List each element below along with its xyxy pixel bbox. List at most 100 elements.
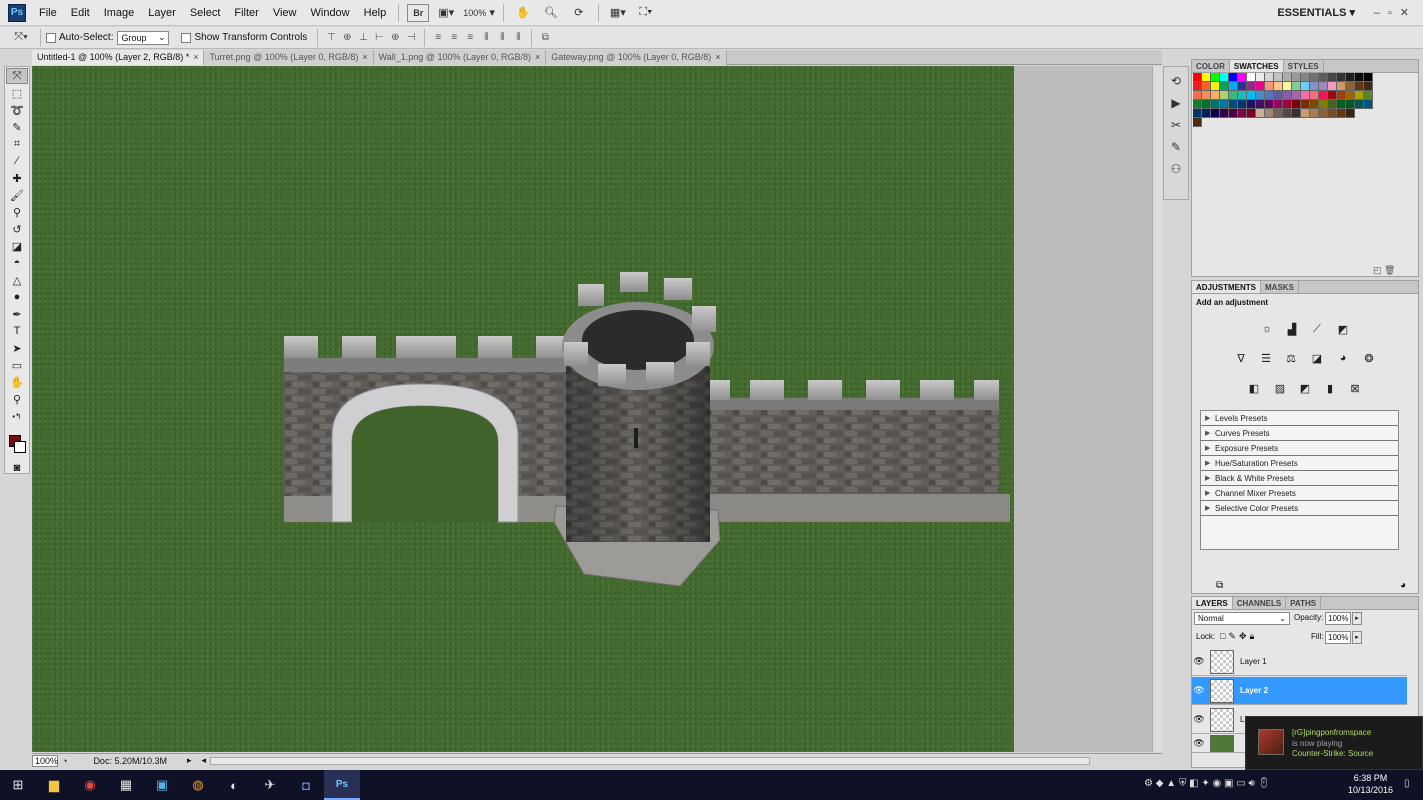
color-swatch[interactable] — [1229, 91, 1238, 100]
quick-select-tool-icon[interactable]: ✎ — [6, 119, 28, 135]
color-swatch[interactable] — [1265, 100, 1274, 109]
tab-untitled-1[interactable]: Untitled-1 @ 100% (Layer 2, RGB/8) * × — [32, 50, 205, 65]
color-swatch[interactable] — [1193, 100, 1202, 109]
marquee-tool-icon[interactable]: ⬚ — [6, 85, 28, 101]
color-swatch[interactable] — [1364, 91, 1373, 100]
tab-masks[interactable]: MASKS — [1261, 281, 1299, 293]
auto-align-icon[interactable]: ⧉ — [538, 31, 552, 45]
color-swatch[interactable] — [1328, 73, 1337, 82]
distribute-right-icon[interactable]: ⦀ — [511, 31, 525, 45]
color-swatch[interactable] — [1193, 118, 1202, 127]
distribute-vcenter-icon[interactable]: ≡ — [447, 31, 461, 45]
color-swatch[interactable] — [1211, 91, 1220, 100]
color-swatch[interactable] — [1274, 91, 1283, 100]
color-swatch[interactable] — [1211, 100, 1220, 109]
color-swatch[interactable] — [1364, 73, 1373, 82]
arrange-documents-icon[interactable]: ▦▾ — [607, 4, 629, 22]
notifications-icon[interactable]: ▯ — [1404, 778, 1410, 789]
color-swatch[interactable] — [1229, 82, 1238, 91]
visibility-eye-icon[interactable]: 👁︎ — [1192, 685, 1206, 696]
zoom-level-dropdown[interactable]: 100% ▾ — [463, 4, 495, 22]
curves-icon[interactable]: ⟋ — [1308, 321, 1326, 337]
color-swatch[interactable] — [1328, 100, 1337, 109]
blur-tool-icon[interactable]: △ — [6, 272, 28, 288]
tab-wall-1[interactable]: Wall_1.png @ 100% (Layer 0, RGB/8) × — [373, 50, 547, 65]
hand-tool-icon[interactable]: ✋ — [512, 4, 534, 22]
color-swatch[interactable] — [1220, 109, 1229, 118]
vibrance-icon[interactable]: ∇ — [1232, 350, 1250, 366]
color-swatch[interactable] — [1229, 109, 1238, 118]
tab-layers[interactable]: LAYERS — [1192, 597, 1233, 609]
color-swatch[interactable] — [1355, 91, 1364, 100]
align-right-icon[interactable]: ⊣ — [404, 31, 418, 45]
preset-item[interactable]: ▶ Exposure Presets — [1201, 441, 1398, 456]
zoom-tool-icon[interactable]: ⚲ — [6, 391, 28, 407]
workspace-switcher[interactable]: ESSENTIALS ▾ — [1277, 0, 1355, 26]
color-swatch[interactable] — [1247, 91, 1256, 100]
game-app-icon[interactable]: ▣ — [144, 770, 180, 800]
exposure-icon[interactable]: ◩ — [1334, 321, 1352, 337]
color-swatch[interactable] — [1319, 82, 1328, 91]
distribute-bottom-icon[interactable]: ≡ — [463, 31, 477, 45]
color-swatch[interactable] — [1337, 100, 1346, 109]
color-swatch[interactable] — [1274, 109, 1283, 118]
distribute-top-icon[interactable]: ≡ — [431, 31, 445, 45]
color-swatch[interactable] — [1310, 91, 1319, 100]
color-swatch[interactable] — [1346, 100, 1355, 109]
color-swatch[interactable] — [1238, 109, 1247, 118]
history-brush-tool-icon[interactable]: ↺ — [6, 221, 28, 237]
color-swatch[interactable] — [1283, 82, 1292, 91]
color-swatch[interactable] — [1202, 109, 1211, 118]
auto-select-dropdown[interactable]: Group ⌄ — [117, 30, 170, 45]
color-swatch[interactable] — [1319, 109, 1328, 118]
show-transform-checkbox[interactable] — [181, 32, 192, 43]
preset-item[interactable]: ▶ Levels Presets — [1201, 411, 1398, 426]
new-swatch-icon[interactable]: ◰ 🗑︎ — [1373, 265, 1395, 276]
color-swatch[interactable] — [1220, 100, 1229, 109]
dodge-tool-icon[interactable]: ● — [6, 289, 28, 305]
selective-color-icon[interactable]: ⊠ — [1346, 380, 1364, 396]
calculator-icon[interactable]: ▦ — [108, 770, 144, 800]
zoom-tool-icon[interactable]: 🔍︎ — [540, 4, 562, 22]
overwatch-icon[interactable]: ◍ — [180, 770, 216, 800]
color-swatch[interactable] — [1202, 91, 1211, 100]
screen-mode-toggle-icon[interactable]: ⛶▾ — [635, 4, 657, 22]
color-swatch[interactable] — [1238, 82, 1247, 91]
channel-mixer-icon[interactable]: ❂ — [1360, 350, 1378, 366]
photo-filter-icon[interactable]: ◕ — [1334, 350, 1352, 366]
color-swatch[interactable] — [1319, 100, 1328, 109]
start-icon[interactable]: ⊞ — [0, 770, 36, 800]
brightness-contrast-icon[interactable]: ☼ — [1258, 321, 1276, 337]
color-swatch[interactable] — [1247, 82, 1256, 91]
posterize-icon[interactable]: ▨ — [1271, 380, 1289, 396]
visibility-eye-icon[interactable]: 👁︎ — [1192, 656, 1206, 667]
color-swatch[interactable] — [1346, 73, 1355, 82]
threshold-icon[interactable]: ◩ — [1296, 380, 1314, 396]
rotate-view-icon[interactable]: ⟳ — [568, 4, 590, 22]
color-swatch[interactable] — [1292, 91, 1301, 100]
color-swatch[interactable] — [1265, 91, 1274, 100]
distribute-hcenter-icon[interactable]: ⦀ — [495, 31, 509, 45]
color-swatch[interactable] — [1193, 82, 1202, 91]
color-swatch[interactable] — [1193, 73, 1202, 82]
color-swatch[interactable] — [1364, 100, 1373, 109]
color-swatch[interactable] — [1337, 82, 1346, 91]
color-swatch[interactable] — [1355, 100, 1364, 109]
color-swatch[interactable] — [1211, 109, 1220, 118]
color-swatch[interactable] — [1220, 82, 1229, 91]
horizontal-scrollbar[interactable] — [210, 756, 1091, 765]
color-swatch[interactable] — [1193, 109, 1202, 118]
color-swatch[interactable] — [1193, 91, 1202, 100]
tab-paths[interactable]: PATHS — [1286, 597, 1322, 609]
color-swatch[interactable] — [1283, 109, 1292, 118]
color-swatch[interactable] — [1301, 109, 1310, 118]
color-swatch[interactable] — [1238, 100, 1247, 109]
fill-field[interactable]: 100% — [1325, 631, 1351, 644]
menu-image[interactable]: Image — [97, 0, 142, 26]
menu-edit[interactable]: Edit — [64, 0, 97, 26]
color-swatch[interactable] — [1283, 73, 1292, 82]
color-swatch[interactable] — [1202, 73, 1211, 82]
color-swatch[interactable] — [1274, 73, 1283, 82]
app-icon[interactable]: ✈ — [252, 770, 288, 800]
quick-mask-icon[interactable]: ◙ — [6, 460, 28, 476]
